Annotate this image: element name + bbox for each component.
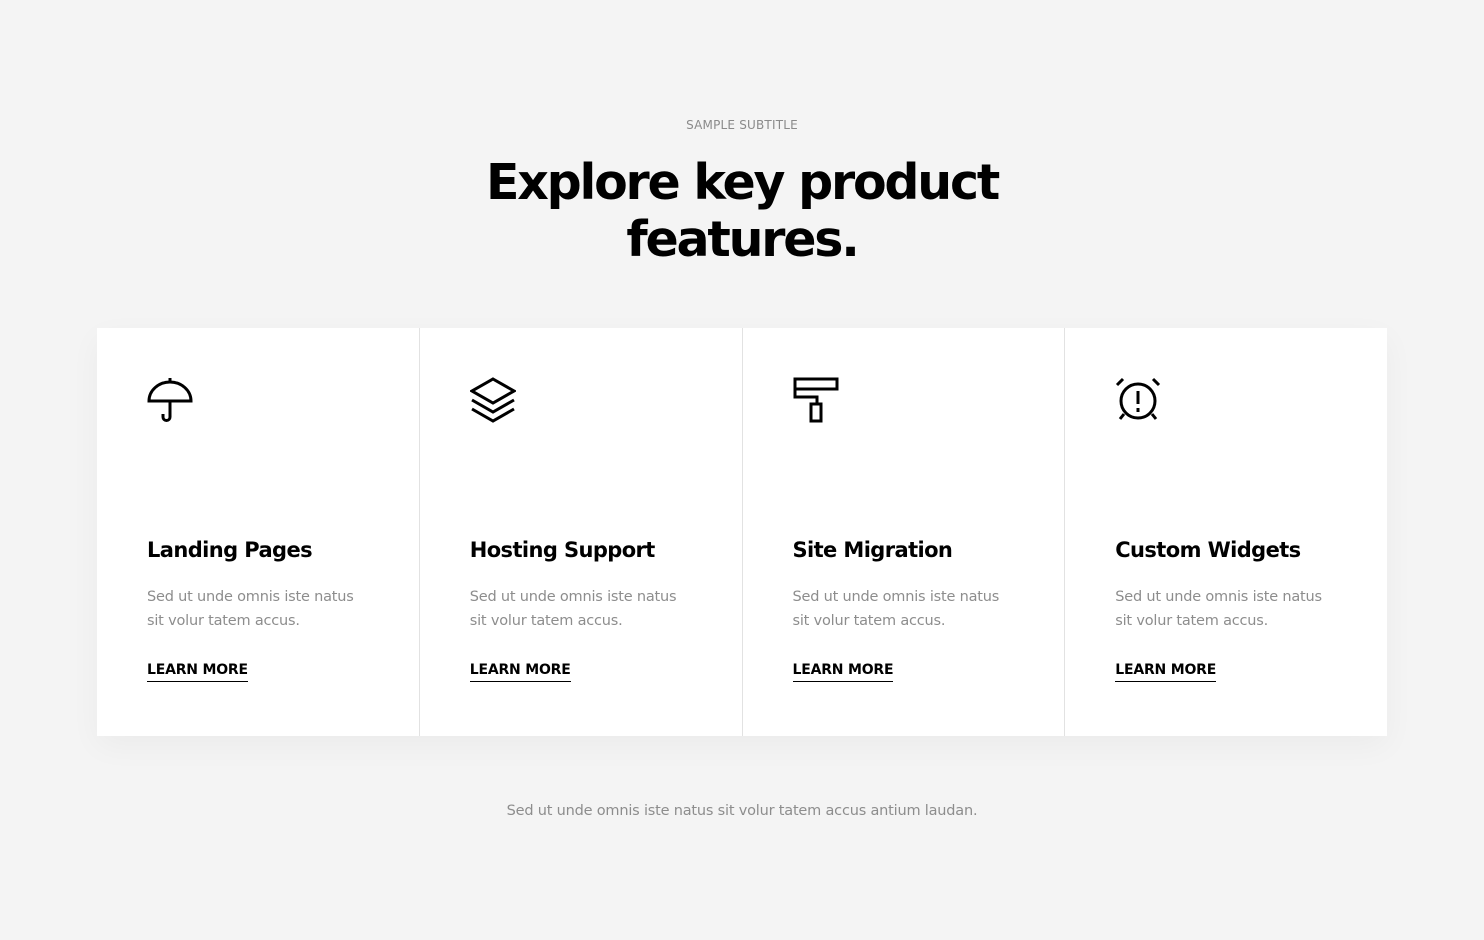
feature-title: Custom Widgets — [1115, 538, 1301, 562]
description-line-2: sit volur tatem accus. — [469, 613, 623, 629]
feature-description: Sed ut unde omnis iste natus sit volur t… — [793, 585, 1013, 633]
description-line-1: Sed ut unde omnis iste natus — [792, 589, 1000, 605]
feature-card-landing-pages: Landing Pages Sed ut unde omnis iste nat… — [97, 328, 420, 736]
layers-icon — [469, 377, 516, 423]
description-line-1: Sed ut unde omnis iste natus — [469, 589, 677, 605]
feature-cards: Landing Pages Sed ut unde omnis iste nat… — [97, 328, 1387, 736]
feature-description: Sed ut unde omnis iste natus sit volur t… — [147, 585, 367, 633]
learn-more-link[interactable]: LEARN MORE — [1115, 662, 1216, 682]
feature-card-custom-widgets: Custom Widgets Sed ut unde omnis iste na… — [1065, 328, 1387, 736]
description-line-1: Sed ut unde omnis iste natus — [147, 589, 354, 605]
feature-description: Sed ut unde omnis iste natus sit volur t… — [1115, 585, 1335, 633]
section-heading: Explore key product features. — [0, 154, 1484, 268]
heading-line-1: Explore key product — [485, 154, 1000, 211]
learn-more-link[interactable]: LEARN MORE — [147, 662, 248, 682]
feature-title: Hosting Support — [469, 538, 656, 562]
description-line-1: Sed ut unde omnis iste natus — [1115, 589, 1322, 605]
feature-title: Landing Pages — [147, 538, 313, 562]
feature-card-hosting-support: Hosting Support Sed ut unde omnis iste n… — [420, 328, 743, 736]
paint-roller-icon — [793, 377, 839, 423]
description-line-2: sit volur tatem accus. — [792, 613, 946, 629]
alarm-clock-icon — [1115, 377, 1161, 423]
section-subtitle: SAMPLE SUBTITLE — [686, 118, 798, 132]
description-line-2: sit volur tatem accus. — [147, 613, 300, 629]
learn-more-link[interactable]: LEARN MORE — [792, 662, 894, 682]
umbrella-icon — [147, 377, 193, 423]
heading-line-2: features. — [626, 211, 860, 268]
learn-more-link[interactable]: LEARN MORE — [469, 662, 571, 682]
feature-title: Site Migration — [792, 538, 953, 562]
footer-note: Sed ut unde omnis iste natus sit volur t… — [506, 803, 978, 819]
description-line-2: sit volur tatem accus. — [1115, 613, 1269, 629]
feature-description: Sed ut unde omnis iste natus sit volur t… — [470, 585, 690, 633]
feature-card-site-migration: Site Migration Sed ut unde omnis iste na… — [743, 328, 1066, 736]
